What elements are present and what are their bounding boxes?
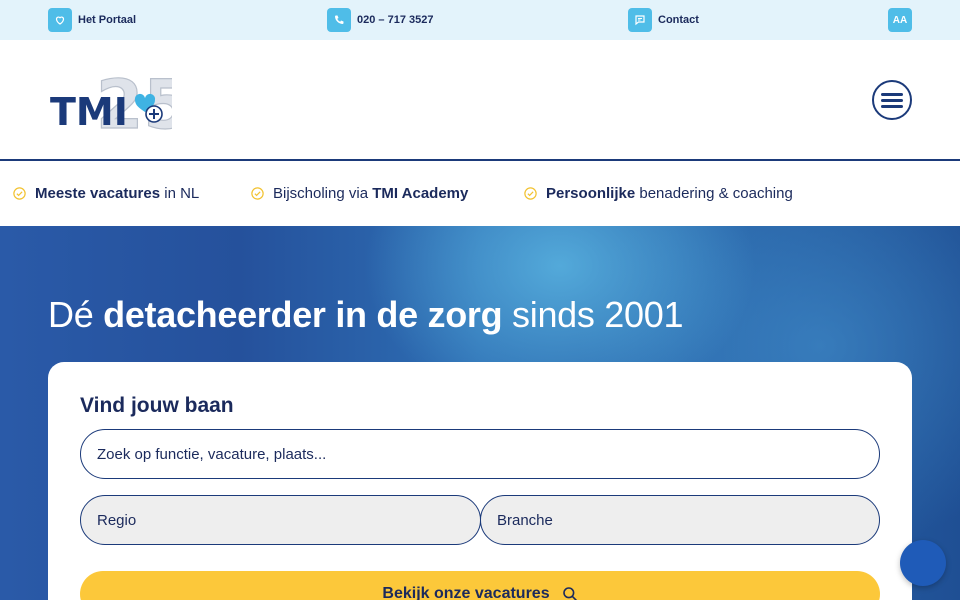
contact-label: Contact [658,14,699,26]
phone-label: 020 – 717 3527 [357,14,434,26]
usp-item: Bijscholing via TMI Academy [250,161,468,226]
usp-text: Meeste vacatures in NL [35,185,200,202]
view-vacancies-button[interactable]: Bekijk onze vacatures [80,571,880,600]
chat-widget-button[interactable] [900,540,946,586]
portal-link[interactable]: Het Portaal [48,8,136,32]
hamburger-menu-icon[interactable] [872,80,912,120]
regio-select[interactable]: Regio [80,495,481,545]
tmi-25-logo[interactable]: 25 TMI [48,62,191,145]
usp-item: Persoonlijke benadering & coaching [523,161,793,226]
hero-section: Dé detacheerder in de zorg sinds 2001 Vi… [0,226,960,600]
usp-bar: Meeste vacatures in NL Bijscholing via T… [0,161,960,226]
chat-icon [628,8,652,32]
usp-text: Bijscholing via TMI Academy [273,185,469,202]
heart-icon [48,8,72,32]
phone-link[interactable]: 020 – 717 3527 [327,8,433,32]
job-search-card: Vind jouw baan Regio Branche Bekijk onze… [48,362,912,600]
logo-text: TMI [50,90,128,134]
top-utility-bar: Het Portaal 020 – 717 3527 Contact AA [0,0,960,40]
usp-item: Meeste vacatures in NL [12,161,199,226]
site-header: 25 TMI [0,40,960,161]
portal-label: Het Portaal [78,14,137,26]
regio-label: Regio [97,511,137,529]
check-circle-icon [251,187,264,200]
hero-title: Dé detacheerder in de zorg sinds 2001 [48,294,684,335]
font-size-button[interactable]: AA [888,8,912,32]
check-circle-icon [13,187,26,200]
check-circle-icon [524,187,537,200]
contact-link[interactable]: Contact [628,8,699,32]
search-icon [562,587,577,600]
branche-select[interactable]: Branche [480,495,880,545]
phone-icon [327,8,351,32]
usp-text: Persoonlijke benadering & coaching [546,185,793,202]
search-card-title: Vind jouw baan [80,394,234,417]
cta-label: Bekijk onze vacatures [382,585,550,600]
branche-label: Branche [497,511,553,529]
search-input[interactable] [80,429,880,479]
